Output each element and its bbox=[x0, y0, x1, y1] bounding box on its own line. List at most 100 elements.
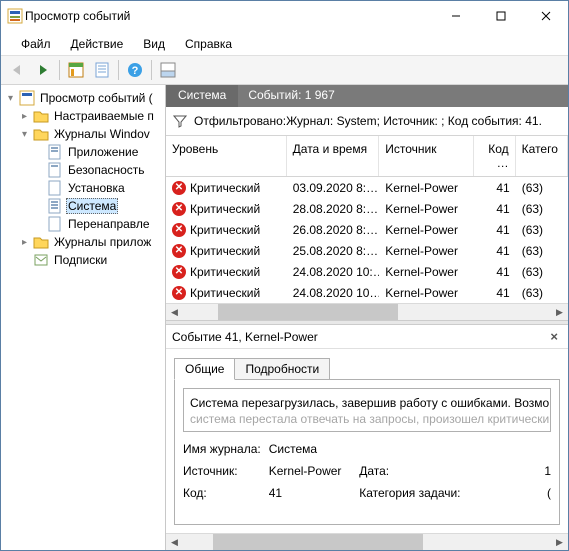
cell-eventid: 41 bbox=[474, 200, 516, 218]
list-header[interactable]: Уровень Дата и время Источник Код … Кате… bbox=[166, 136, 568, 177]
table-row[interactable]: ✕Критический28.08.2020 8:…Kernel-Power41… bbox=[166, 198, 568, 219]
toolbar-separator bbox=[151, 60, 152, 80]
collapse-icon[interactable]: ▾ bbox=[5, 93, 16, 104]
col-category[interactable]: Катего bbox=[516, 136, 568, 176]
pane-header: Система Событий: 1 967 bbox=[166, 85, 568, 107]
folder-icon bbox=[33, 126, 49, 142]
list-rows[interactable]: ✕Критический03.09.2020 8:…Kernel-Power41… bbox=[166, 177, 568, 303]
detail-pane: Событие 41, Kernel-Power × Общие Подробн… bbox=[166, 325, 568, 550]
log-icon bbox=[47, 180, 63, 196]
cell-source: Kernel-Power bbox=[379, 263, 473, 281]
pane-subtitle: Событий: 1 967 bbox=[238, 85, 344, 107]
app-icon bbox=[7, 8, 23, 24]
menubar: Файл Действие Вид Справка bbox=[1, 31, 568, 55]
tab-body: Система перезагрузилась, завершив работу… bbox=[174, 379, 560, 525]
error-icon: ✕ bbox=[172, 223, 186, 237]
window: Просмотр событий Файл Действие Вид Справ… bbox=[0, 0, 569, 551]
properties-button[interactable] bbox=[90, 58, 114, 82]
cell-eventid: 41 bbox=[474, 242, 516, 260]
log-icon bbox=[47, 216, 63, 232]
menu-view[interactable]: Вид bbox=[133, 35, 175, 53]
window-title: Просмотр событий bbox=[23, 9, 433, 23]
folder-icon bbox=[33, 234, 49, 250]
titlebar[interactable]: Просмотр событий bbox=[1, 1, 568, 31]
cell-source: Kernel-Power bbox=[379, 284, 473, 302]
expand-icon[interactable]: ▸ bbox=[19, 237, 30, 248]
cell-datetime: 24.08.2020 10:… bbox=[287, 263, 380, 281]
col-level[interactable]: Уровень bbox=[166, 136, 287, 176]
label-source: Источник: bbox=[183, 464, 261, 478]
cell-source: Kernel-Power bbox=[379, 179, 473, 197]
tree-item-security[interactable]: Безопасность bbox=[31, 161, 163, 179]
cell-datetime: 03.09.2020 8:… bbox=[287, 179, 380, 197]
minimize-button[interactable] bbox=[433, 1, 478, 31]
cell-datetime: 26.08.2020 8:… bbox=[287, 221, 380, 239]
label-category: Категория задачи: bbox=[359, 486, 460, 500]
tree-item-forwarded[interactable]: Перенаправле bbox=[31, 215, 163, 233]
tree-item-setup[interactable]: Установка bbox=[31, 179, 163, 197]
table-row[interactable]: ✕Критический25.08.2020 8:…Kernel-Power41… bbox=[166, 240, 568, 261]
col-eventid[interactable]: Код … bbox=[474, 136, 516, 176]
cell-eventid: 41 bbox=[474, 221, 516, 239]
tab-general[interactable]: Общие bbox=[174, 358, 235, 380]
cell-level: Критический bbox=[190, 244, 260, 258]
menu-action[interactable]: Действие bbox=[61, 35, 134, 53]
filter-icon[interactable] bbox=[172, 113, 188, 129]
maximize-button[interactable] bbox=[478, 1, 523, 31]
cell-category: (63) bbox=[516, 221, 568, 239]
pane-title: Система bbox=[166, 85, 238, 107]
main-pane: Система Событий: 1 967 Отфильтровано:Жур… bbox=[166, 85, 568, 550]
menu-file[interactable]: Файл bbox=[11, 35, 61, 53]
col-datetime[interactable]: Дата и время bbox=[287, 136, 380, 176]
tree-app-logs[interactable]: ▸Журналы прилож bbox=[17, 233, 163, 251]
value-code: 41 bbox=[269, 486, 351, 500]
cell-level: Критический bbox=[190, 265, 260, 279]
detail-title: Событие 41, Kernel-Power bbox=[172, 330, 546, 344]
col-source[interactable]: Источник bbox=[379, 136, 473, 176]
error-icon: ✕ bbox=[172, 244, 186, 258]
filter-bar: Отфильтровано:Журнал: System; Источник: … bbox=[166, 107, 568, 136]
tree-root[interactable]: ▾ Просмотр событий ( bbox=[3, 89, 163, 107]
value-source: Kernel-Power bbox=[269, 464, 351, 478]
tree-view[interactable]: ▾ Просмотр событий ( ▸ Настраиваемые п bbox=[1, 85, 166, 550]
scroll-left-icon[interactable]: ◀ bbox=[166, 307, 183, 318]
expand-icon[interactable]: ▸ bbox=[19, 111, 30, 122]
tree-item-application[interactable]: Приложение bbox=[31, 143, 163, 161]
back-button[interactable] bbox=[5, 58, 29, 82]
value-log: Система bbox=[269, 442, 351, 456]
cell-eventid: 41 bbox=[474, 179, 516, 197]
table-row[interactable]: ✕Критический03.09.2020 8:…Kernel-Power41… bbox=[166, 177, 568, 198]
description-box[interactable]: Система перезагрузилась, завершив работу… bbox=[183, 388, 551, 432]
close-icon[interactable]: × bbox=[546, 329, 562, 344]
close-button[interactable] bbox=[523, 1, 568, 31]
cell-datetime: 24.08.2020 10… bbox=[287, 284, 380, 302]
cell-category: (63) bbox=[516, 284, 568, 302]
table-row[interactable]: ✕Критический26.08.2020 8:…Kernel-Power41… bbox=[166, 219, 568, 240]
horizontal-scrollbar[interactable]: ◀ ▶ bbox=[166, 303, 568, 320]
tree-item-system[interactable]: Система bbox=[31, 197, 163, 215]
tree-subscriptions[interactable]: Подписки bbox=[17, 251, 163, 269]
tab-details[interactable]: Подробности bbox=[234, 358, 330, 380]
menu-help[interactable]: Справка bbox=[175, 35, 242, 53]
cell-datetime: 28.08.2020 8:… bbox=[287, 200, 380, 218]
tree-windows-logs[interactable]: ▾ Журналы Windov bbox=[17, 125, 163, 143]
scroll-right-icon[interactable]: ▶ bbox=[551, 307, 568, 318]
table-row[interactable]: ✕Критический24.08.2020 10:…Kernel-Power4… bbox=[166, 261, 568, 282]
cell-category: (63) bbox=[516, 200, 568, 218]
subscriptions-icon bbox=[33, 252, 49, 268]
cell-eventid: 41 bbox=[474, 263, 516, 281]
label-code: Код: bbox=[183, 486, 261, 500]
table-row[interactable]: ✕Критический24.08.2020 10…Kernel-Power41… bbox=[166, 282, 568, 303]
error-icon: ✕ bbox=[172, 181, 186, 195]
tree-custom-views[interactable]: ▸ Настраиваемые п bbox=[17, 107, 163, 125]
scroll-right-icon[interactable]: ▶ bbox=[551, 537, 568, 548]
scroll-left-icon[interactable]: ◀ bbox=[166, 537, 183, 548]
label-log: Имя журнала: bbox=[183, 442, 261, 456]
show-tree-button[interactable] bbox=[64, 58, 88, 82]
preview-button[interactable] bbox=[156, 58, 180, 82]
error-icon: ✕ bbox=[172, 286, 186, 300]
collapse-icon[interactable]: ▾ bbox=[19, 129, 30, 140]
detail-horizontal-scrollbar[interactable]: ◀ ▶ bbox=[166, 533, 568, 550]
forward-button[interactable] bbox=[31, 58, 55, 82]
help-button[interactable]: ? bbox=[123, 58, 147, 82]
